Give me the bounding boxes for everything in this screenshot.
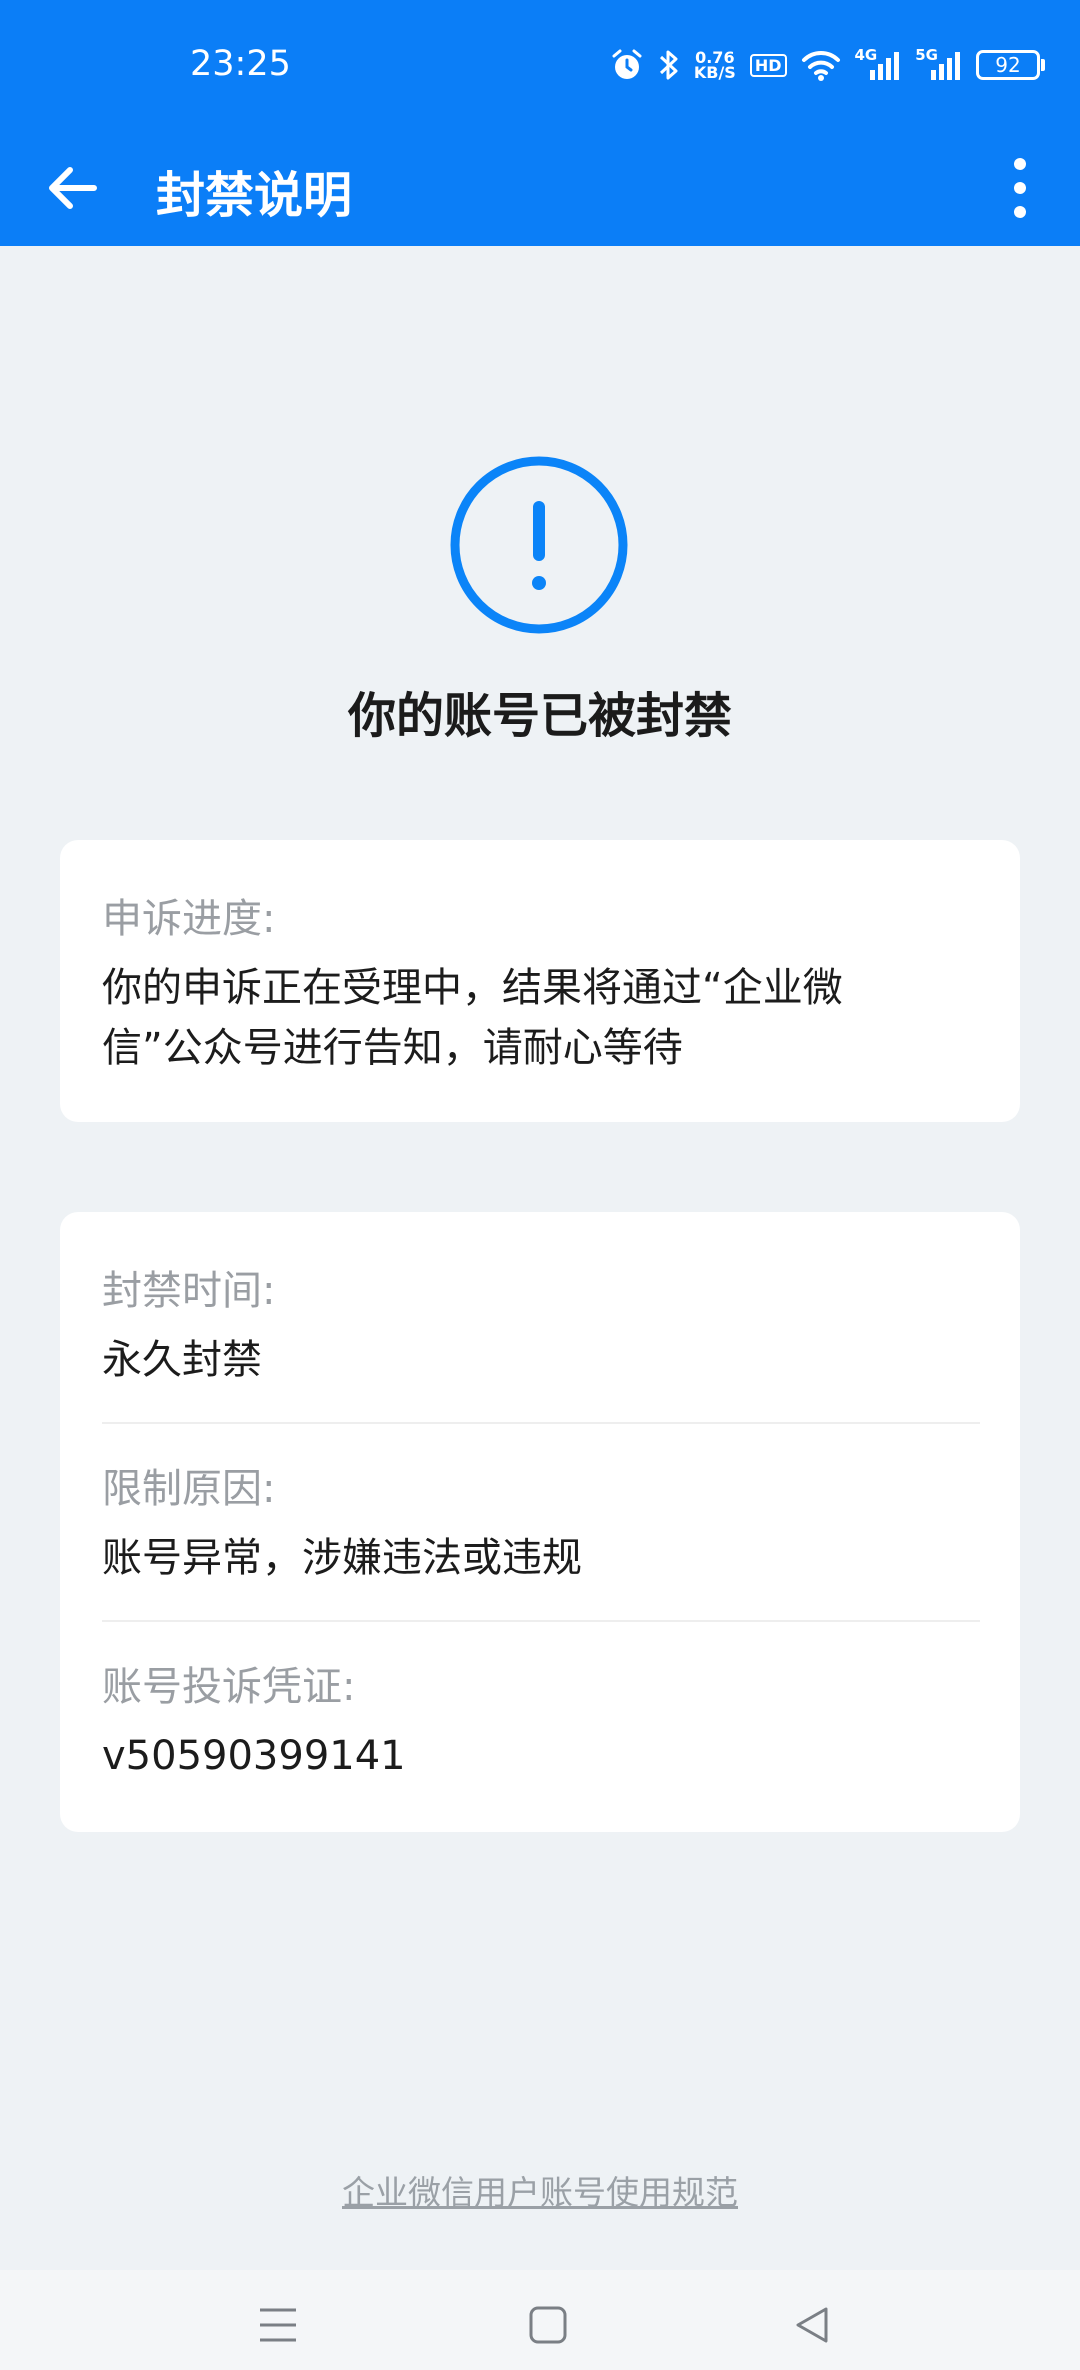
complaint-voucher-value: v50590399141 [102,1733,406,1779]
wifi-icon [801,49,841,81]
signal-4g-label: 4G [854,46,878,64]
battery-level: 92 [995,53,1021,77]
arrow-left-icon [49,167,97,209]
usage-policy-link[interactable]: 企业微信用户账号使用规范 [0,2166,1080,2214]
complaint-voucher-label: 账号投诉凭证: [102,1664,356,1710]
hd-badge: HD [749,53,787,77]
net-speed-unit: KB/S [693,63,736,82]
triangle-back-icon [796,2307,828,2343]
more-vertical-icon [1014,158,1026,218]
appeal-progress-card: 申诉进度: 你的申诉正在受理中，结果将通过“企业微 信”公众号进行告知，请耐心等… [60,840,1020,1122]
appeal-progress-value-line1: 你的申诉正在受理中，结果将通过“企业微 [102,965,843,1011]
back-button[interactable] [30,146,114,230]
home-nav-button[interactable] [508,2290,588,2360]
page-title: 封禁说明 [156,167,353,224]
exclamation-circle-icon [450,456,628,634]
bluetooth-icon [658,48,680,82]
net-speed: 0.76 KB/S [693,50,736,82]
ban-notice-title: 你的账号已被封禁 [347,688,732,744]
signal-5g-icon: 5G [915,46,962,80]
menu-icon [260,2308,296,2342]
system-nav-bar [0,2270,1080,2370]
menu-nav-button[interactable] [238,2290,318,2360]
alarm-icon [610,48,644,82]
divider [102,1422,980,1424]
appeal-progress-label: 申诉进度: [102,896,276,942]
restriction-reason-label: 限制原因: [102,1466,276,1512]
back-nav-button[interactable] [772,2290,852,2360]
restriction-reason-value: 账号异常，涉嫌违法或违规 [102,1535,582,1581]
app-bar: 封禁说明 [0,130,1080,246]
battery-icon: 92 [976,50,1045,80]
header: 23:25 0.76 KB/S HD 4G 5G 92 封禁说明 [0,0,1080,246]
status-icons: 0.76 KB/S HD 4G 5G 92 [610,45,1045,85]
ban-time-value: 永久封禁 [102,1337,262,1383]
more-options-button[interactable] [1000,144,1040,232]
ban-detail-card: 封禁时间: 永久封禁 限制原因: 账号异常，涉嫌违法或违规 账号投诉凭证: v5… [60,1212,1020,1832]
divider [102,1620,980,1622]
signal-4g-icon: 4G [855,46,902,80]
status-bar: 23:25 0.76 KB/S HD 4G 5G 92 [0,0,1080,130]
appeal-progress-value-line2: 信”公众号进行告知，请耐心等待 [102,1025,683,1071]
status-time: 23:25 [190,44,291,84]
signal-5g-label: 5G [915,46,938,64]
ban-time-label: 封禁时间: [102,1268,276,1314]
square-icon [529,2306,567,2344]
